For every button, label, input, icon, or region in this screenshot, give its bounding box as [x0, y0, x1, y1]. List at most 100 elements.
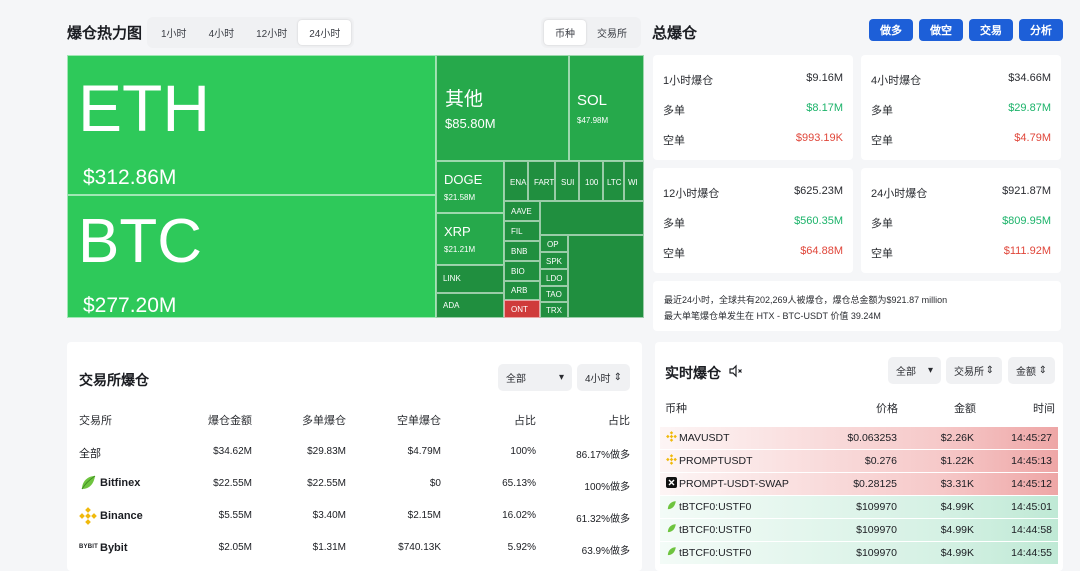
toggle-exchange[interactable]: 交易所: [586, 20, 638, 45]
heatmap-cell-name: WI: [628, 178, 638, 187]
long-ratio: 61.32%做多: [576, 514, 630, 525]
heatmap-cell-ada[interactable]: ADA: [436, 293, 504, 318]
tab-1h[interactable]: 1小时: [150, 20, 198, 45]
trade-button[interactable]: 交易: [969, 19, 1013, 41]
heatmap-cell-name: TAO: [546, 290, 562, 299]
long-value: $560.35M: [794, 215, 843, 227]
realtime-title: 实时爆仓: [665, 365, 721, 381]
liquidation-row[interactable]: MAVUSDT $0.063253 $2.26K 14:45:27: [660, 427, 1058, 449]
heatmap-cell-name: XRP: [444, 224, 471, 239]
summary-card: 最近24小时，全球共有202,269人被爆仓，爆仓总金额为$921.87 mil…: [653, 281, 1061, 331]
heatmap-cell-aave[interactable]: AAVE: [504, 201, 540, 221]
heatmap-cell-xrp[interactable]: XRP $21.21M: [436, 213, 504, 265]
col-time: 时间: [1033, 403, 1055, 415]
speaker-mute-icon[interactable]: [729, 364, 743, 378]
heatmap-cell-bio[interactable]: BIO: [504, 261, 540, 281]
heatmap-cell-fil[interactable]: FIL: [504, 221, 540, 241]
tab-12h[interactable]: 12小时: [245, 20, 298, 45]
table-row[interactable]: Binance $5.55M $3.40M $2.15M 16.02% 61.3…: [67, 502, 642, 530]
amount: $5.55M: [218, 510, 252, 521]
heatmap-cell-wi[interactable]: WI: [624, 161, 644, 201]
heatmap-cell-value: $312.86M: [83, 166, 177, 189]
short-label: 空单: [871, 248, 893, 260]
heatmap-cell-value: $47.98M: [577, 116, 609, 125]
stat-label: 24小时爆仓: [871, 188, 928, 200]
toggle-coin[interactable]: 币种: [544, 20, 586, 45]
tab-24h[interactable]: 24小时: [298, 20, 352, 45]
liquidation-row[interactable]: tBTCF0:USTF0 $109970 $4.99K 14:44:55: [660, 542, 1058, 564]
time: 14:45:12: [1011, 478, 1052, 490]
short-amount: $4.79M: [407, 446, 441, 457]
heatmap-cell-ena[interactable]: ENA: [504, 161, 528, 201]
heatmap-cell-spk[interactable]: SPK: [540, 252, 568, 269]
liquidation-row[interactable]: PROMPT-USDT-SWAP $0.28125 $3.31K 14:45:1…: [660, 473, 1058, 495]
exchange-name: Bitfinex: [100, 477, 141, 489]
heatmap-cell-sol[interactable]: SOL $47.98M: [569, 55, 644, 161]
realtime-amount-select[interactable]: 金额 ⇕: [1008, 357, 1055, 384]
col-amount: 金额: [954, 403, 976, 415]
liquidation-row[interactable]: PROMPTUSDT $0.276 $1.22K 14:45:13: [660, 450, 1058, 472]
bitfinex-logo-icon: [666, 500, 677, 514]
col-exchange: 交易所: [79, 415, 112, 427]
heatmap-cell-name: 其他: [445, 89, 484, 110]
sort-icon: ⇕: [1038, 365, 1047, 376]
heatmap-cell-name: LDO: [546, 274, 563, 283]
short-amount: $740.13K: [398, 542, 441, 553]
binance-logo-icon: [666, 454, 677, 468]
stat-label: 12小时爆仓: [663, 188, 720, 200]
long-button[interactable]: 做多: [869, 19, 913, 41]
heatmap-cell-op[interactable]: OP: [540, 235, 568, 252]
heatmap-cell-trx[interactable]: TRX: [540, 302, 568, 318]
select-value: 全部: [896, 367, 916, 378]
col-short: 空单爆仓: [397, 415, 441, 427]
realtime-exchange-select[interactable]: 交易所 ⇕: [946, 357, 1002, 384]
heatmap-cell-100[interactable]: 100: [579, 161, 603, 201]
heatmap-cell-doge[interactable]: DOGE $21.58M: [436, 161, 504, 213]
liquidation-row[interactable]: tBTCF0:USTF0 $109970 $4.99K 14:44:58: [660, 519, 1058, 541]
heatmap-cell-name: AAVE: [511, 207, 532, 216]
long-label: 多单: [663, 105, 685, 117]
col-price: 价格: [876, 403, 898, 415]
realtime-filter-select[interactable]: 全部 ▾: [888, 357, 941, 384]
analysis-button[interactable]: 分析: [1019, 19, 1063, 41]
heatmap-cell-fart[interactable]: FART: [528, 161, 555, 201]
select-value: 金额: [1016, 367, 1036, 378]
table-row[interactable]: 全部 $34.62M $29.83M $4.79M 100% 86.17%做多: [67, 438, 642, 466]
short-label: 空单: [663, 135, 685, 147]
exchange-name: Binance: [100, 510, 143, 522]
heatmap-cell-name: LINK: [443, 274, 461, 283]
heatmap-cell-arb[interactable]: ARB: [504, 281, 540, 300]
heatmap-cell-sui[interactable]: SUI: [555, 161, 579, 201]
summary-line-2: 最大单笔爆仓单发生在 HTX - BTC-USDT 价值 39.24M: [664, 311, 881, 321]
heatmap-cell-eth[interactable]: ETH $312.86M: [67, 55, 436, 195]
heatmap-cell-ont[interactable]: ONT: [504, 300, 540, 318]
heatmap-cell-name: FIL: [511, 227, 523, 236]
heatmap-cell-tao[interactable]: TAO: [540, 286, 568, 302]
exchange-filter-select[interactable]: 全部 ▾: [498, 364, 572, 391]
short-amount: $2.15M: [407, 510, 441, 521]
col-long: 多单爆仓: [302, 415, 346, 427]
time: 14:44:55: [1011, 547, 1052, 559]
caret-down-icon: ▾: [558, 372, 564, 383]
liquidation-row[interactable]: tBTCF0:USTF0 $109970 $4.99K 14:45:01: [660, 496, 1058, 518]
heatmap-cell-ldo[interactable]: LDO: [540, 269, 568, 286]
heatmap-cell-other[interactable]: 其他 $85.80M: [436, 55, 569, 161]
heatmap-group-toggle: 币种 交易所: [541, 17, 641, 48]
bybit-logo-icon: BYBIT: [79, 544, 98, 550]
tab-4h[interactable]: 4小时: [198, 20, 246, 45]
time: 14:44:58: [1011, 524, 1052, 536]
heatmap-cell-bnb[interactable]: BNB: [504, 241, 540, 261]
table-row[interactable]: Bitfinex $22.55M $22.55M $0 65.13% 100%做…: [67, 470, 642, 498]
exchange-name: 全部: [79, 448, 101, 460]
amount: $34.62M: [213, 446, 252, 457]
heatmap-cell-ltc[interactable]: LTC: [603, 161, 624, 201]
heatmap-cell-name: ARB: [511, 286, 528, 295]
col-symbol: 币种: [665, 403, 687, 415]
exchange-range-select[interactable]: 4小时 ⇕: [577, 364, 630, 391]
heatmap-cell-btc[interactable]: BTC $277.20M: [67, 195, 436, 318]
long-label: 多单: [871, 218, 893, 230]
price: $0.28125: [853, 478, 897, 490]
heatmap-cell-link[interactable]: LINK: [436, 265, 504, 293]
table-row[interactable]: BYBIT Bybit $2.05M $1.31M $740.13K 5.92%…: [67, 534, 642, 562]
short-button[interactable]: 做空: [919, 19, 963, 41]
